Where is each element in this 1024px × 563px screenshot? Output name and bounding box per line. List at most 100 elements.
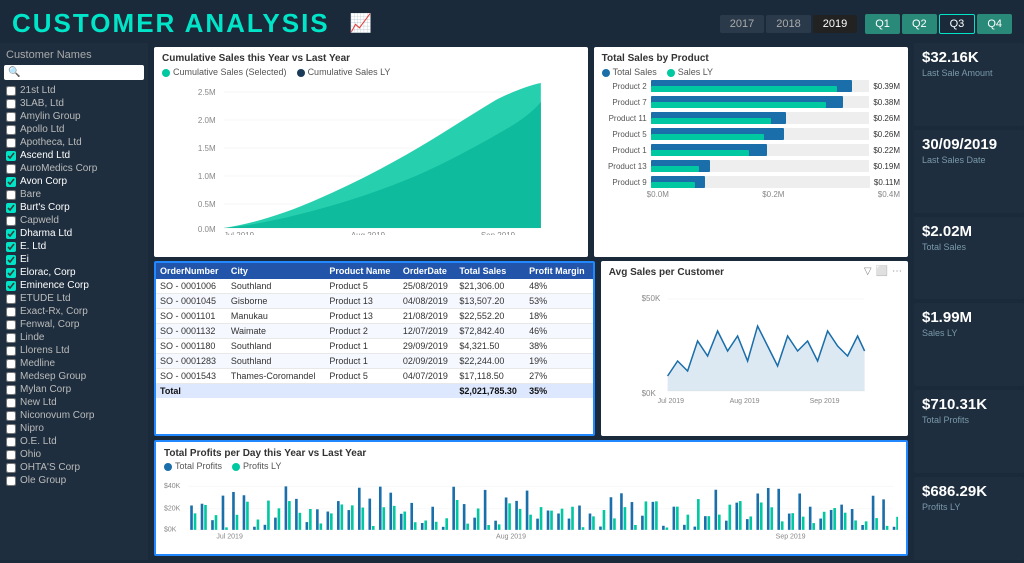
customer-item[interactable]: Amylin Group (4, 110, 144, 123)
customer-checkbox[interactable] (6, 125, 16, 135)
customer-checkbox[interactable] (6, 346, 16, 356)
customer-name: New Ltd (20, 397, 57, 408)
customer-item[interactable]: 21st Ltd (4, 84, 144, 97)
customer-item[interactable]: O.E. Ltd (4, 435, 144, 448)
search-box[interactable]: 🔍 (4, 65, 144, 80)
expand-icon[interactable]: ⬜ (876, 266, 888, 277)
customer-item[interactable]: Medline (4, 357, 144, 370)
customer-checkbox[interactable] (6, 294, 16, 304)
customer-item[interactable]: Linde (4, 331, 144, 344)
table-cell: Product 2 (325, 324, 398, 339)
customer-item[interactable]: AuroMedics Corp (4, 162, 144, 175)
customer-item[interactable]: Exact-Rx, Corp (4, 305, 144, 318)
customer-item[interactable]: Ascend Ltd (4, 149, 144, 162)
profit-bar (211, 520, 214, 530)
search-input[interactable] (22, 67, 140, 78)
stat-value: $2.02M (922, 223, 1016, 240)
customer-item[interactable]: Dharma Ltd (4, 227, 144, 240)
customer-item[interactable]: Elorac, Corp (4, 266, 144, 279)
customer-checkbox[interactable] (6, 164, 16, 174)
customer-checkbox[interactable] (6, 203, 16, 213)
customer-item[interactable]: Medsep Group (4, 370, 144, 383)
customer-checkbox[interactable] (6, 151, 16, 161)
customer-checkbox[interactable] (6, 190, 16, 200)
customer-checkbox[interactable] (6, 359, 16, 369)
customer-item[interactable]: Ole Group (4, 474, 144, 487)
profit-bar-ly (697, 499, 700, 530)
profits-chart-card: Total Profits per Day this Year vs Last … (154, 440, 908, 556)
customer-checkbox[interactable] (6, 320, 16, 330)
year-tab-2018[interactable]: 2018 (766, 15, 810, 33)
customer-checkbox[interactable] (6, 99, 16, 109)
profit-bar-ly (749, 516, 752, 529)
quarter-tab-q2[interactable]: Q2 (902, 14, 937, 34)
stat-value: 30/09/2019 (922, 136, 1016, 153)
filter-icon[interactable]: ▽ (864, 266, 872, 277)
customer-checkbox[interactable] (6, 372, 16, 382)
customer-item[interactable]: Burt's Corp (4, 201, 144, 214)
page-title: CUSTOMER ANALYSIS (12, 8, 330, 39)
customer-checkbox[interactable] (6, 398, 16, 408)
customer-checkbox[interactable] (6, 463, 16, 473)
customer-checkbox[interactable] (6, 242, 16, 252)
customer-checkbox[interactable] (6, 268, 16, 278)
customer-checkbox[interactable] (6, 476, 16, 486)
customer-item[interactable]: Apollo Ltd (4, 123, 144, 136)
customer-item[interactable]: 3LAB, Ltd (4, 97, 144, 110)
profit-bar (788, 514, 791, 530)
customer-checkbox[interactable] (6, 177, 16, 187)
customer-item[interactable]: Ohio (4, 448, 144, 461)
customer-item[interactable]: Niconovum Corp (4, 409, 144, 422)
customer-item[interactable]: Llorens Ltd (4, 344, 144, 357)
customer-item[interactable]: Avon Corp (4, 175, 144, 188)
customer-item[interactable]: Ei (4, 253, 144, 266)
customer-checkbox[interactable] (6, 112, 16, 122)
product-bar-track (651, 80, 870, 92)
customer-item[interactable]: Capweld (4, 214, 144, 227)
year-tab-2017[interactable]: 2017 (720, 15, 764, 33)
customer-item[interactable]: New Ltd (4, 396, 144, 409)
customer-item[interactable]: ETUDE Ltd (4, 292, 144, 305)
profit-bar-ly (257, 520, 260, 530)
stat-box: $32.16K Last Sale Amount (914, 43, 1024, 126)
profit-bar-ly (624, 507, 627, 530)
svg-text:1.5M: 1.5M (198, 144, 216, 153)
customer-item[interactable]: Nipro (4, 422, 144, 435)
customer-checkbox[interactable] (6, 411, 16, 421)
customer-checkbox[interactable] (6, 307, 16, 317)
customer-checkbox[interactable] (6, 86, 16, 96)
year-tab-2019[interactable]: 2019 (813, 15, 857, 33)
customer-checkbox[interactable] (6, 450, 16, 460)
svg-text:Jul 2019: Jul 2019 (657, 398, 684, 405)
table-cell: 25/08/2019 (399, 279, 455, 294)
customer-checkbox[interactable] (6, 138, 16, 148)
quarter-tab-q1[interactable]: Q1 (865, 14, 900, 34)
customer-item[interactable]: OHTA'S Corp (4, 461, 144, 474)
customer-checkbox[interactable] (6, 333, 16, 343)
customer-checkbox[interactable] (6, 255, 16, 265)
customer-item[interactable]: Bare (4, 188, 144, 201)
profit-bar-ly (592, 516, 595, 529)
customer-name: ETUDE Ltd (20, 293, 71, 304)
customer-checkbox[interactable] (6, 281, 16, 291)
customer-checkbox[interactable] (6, 385, 16, 395)
svg-text:$20K: $20K (164, 506, 181, 513)
customer-checkbox[interactable] (6, 437, 16, 447)
quarter-tab-q4[interactable]: Q4 (977, 14, 1012, 34)
quarter-tab-q3[interactable]: Q3 (939, 14, 976, 34)
product-bar-row: Product 5 $0.26M (602, 128, 900, 140)
customer-name: Capweld (20, 215, 59, 226)
profit-bar (536, 519, 539, 530)
customer-item[interactable]: Eminence Corp (4, 279, 144, 292)
customer-item[interactable]: Mylan Corp (4, 383, 144, 396)
customer-item[interactable]: Apotheca, Ltd (4, 136, 144, 149)
header: CUSTOMER ANALYSIS 📈 2017 2018 2019 Q1 Q2… (0, 0, 1024, 43)
customer-checkbox[interactable] (6, 424, 16, 434)
customer-item[interactable]: E. Ltd (4, 240, 144, 253)
customer-checkbox[interactable] (6, 229, 16, 239)
customer-item[interactable]: Fenwal, Corp (4, 318, 144, 331)
customer-checkbox[interactable] (6, 216, 16, 226)
more-icon[interactable]: ⋯ (892, 266, 902, 277)
profit-bar (452, 487, 455, 530)
profit-bar (704, 516, 707, 530)
